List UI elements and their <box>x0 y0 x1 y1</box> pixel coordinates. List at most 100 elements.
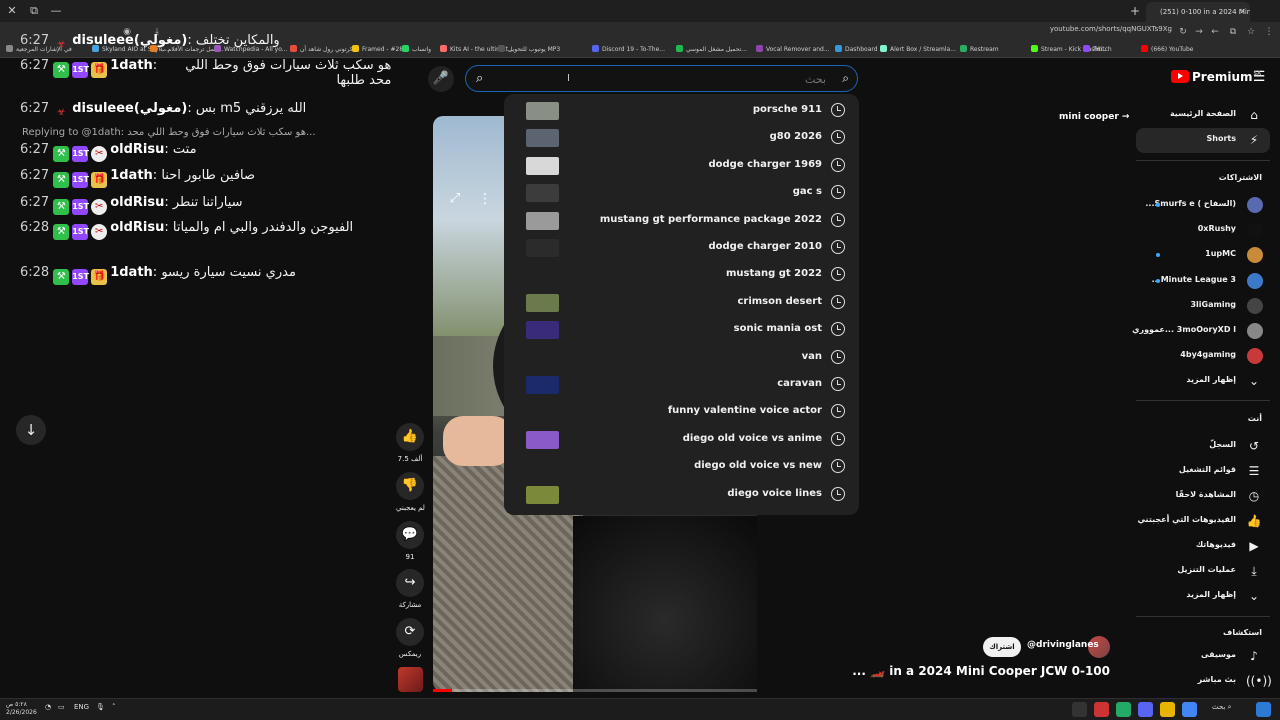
close-window-icon[interactable]: ✕ <box>4 3 20 19</box>
search-suggestion[interactable]: caravan <box>504 372 859 399</box>
sidebar-item-subscription[interactable]: 3liGaming <box>1136 294 1270 319</box>
video-title[interactable]: 0-100 in a 2024 Mini Cooper JCW 🏎️ ... <box>852 664 1110 678</box>
search-suggestion[interactable]: diego voice lines <box>504 482 859 509</box>
share-button[interactable]: ↪ مشاركة <box>396 569 424 609</box>
youtube-logo[interactable]: PremiumSA <box>1171 70 1261 88</box>
scroll-down-button[interactable]: ↓ <box>16 415 46 445</box>
comments-button[interactable]: 💬 91 <box>396 521 424 561</box>
sound-thumbnail[interactable] <box>398 667 423 692</box>
history-icon[interactable] <box>831 431 845 446</box>
remix-button[interactable]: ⟳ ريمكس <box>396 618 424 658</box>
wifi-icon[interactable]: ◔ <box>45 703 51 711</box>
search-suggestion[interactable]: sonic mania ost <box>504 317 859 344</box>
sidebar-item-subscription[interactable]: 1upMC <box>1136 243 1270 268</box>
channel-name[interactable]: @drivinglanes <box>1027 640 1099 650</box>
comments-icon[interactable]: 💬 <box>396 521 424 549</box>
search-suggestion[interactable]: porsche 911 <box>504 98 859 125</box>
history-icon[interactable] <box>831 377 845 391</box>
chat-username[interactable]: disuleee(مغولي) <box>72 33 187 48</box>
search-suggestion[interactable]: diego old voice vs anime <box>504 427 859 454</box>
bookmark-item[interactable]: Discord 19 - To-The... <box>592 44 665 56</box>
search-suggestion[interactable]: g80 2026 <box>504 125 859 152</box>
search-suggestion[interactable]: van <box>504 345 859 372</box>
sidebar-item-shorts[interactable]: Shorts ⚡ <box>1136 128 1270 153</box>
search-suggestion[interactable]: gac s <box>504 180 859 207</box>
minimize-window-icon[interactable]: — <box>48 3 64 19</box>
sidebar-item-subscription[interactable]: (السفاح ) Smurfs e... <box>1136 193 1270 218</box>
chat-username[interactable]: oldRisu <box>110 142 164 157</box>
sidebar-item-watch-later[interactable]: المشاهدة لاحقًا ◷ <box>1136 484 1270 509</box>
search-icon[interactable]: ⌕ <box>842 71 849 86</box>
search-suggestion[interactable]: crimson desert <box>504 290 859 317</box>
history-icon[interactable] <box>831 212 845 227</box>
dislike-icon[interactable]: 👎 <box>396 472 424 500</box>
sidebar-item-playlists[interactable]: قوائم التشغيل ☰ <box>1136 459 1270 484</box>
bookmark-star-icon[interactable]: ☆ <box>1244 25 1258 39</box>
search-suggestion[interactable]: mustang gt performance package 2022 <box>504 208 859 235</box>
bookmark-item[interactable]: (666) YouTube <box>1141 44 1193 56</box>
bookmark-item[interactable]: تحميل مشغل الموسي... <box>676 44 747 56</box>
sidebar-item-downloads[interactable]: عمليات التنزيل ⤓ <box>1136 559 1270 584</box>
show-more-button[interactable]: إظهار المزيد ⌄ <box>1136 369 1270 394</box>
search-input[interactable] <box>506 70 826 88</box>
explore-heading[interactable]: استكشاف <box>1136 624 1270 644</box>
share-icon[interactable]: ↪ <box>396 569 424 597</box>
file-explorer-icon[interactable] <box>1160 702 1175 717</box>
sidebar-item-history[interactable]: السجلّ ↺ <box>1136 434 1270 459</box>
sidebar-item-subscription[interactable]: 4by4gaming <box>1136 344 1270 369</box>
bookmark-item[interactable]: Twitch <box>1083 44 1112 56</box>
related-search-link[interactable]: mini cooper → <box>1059 112 1129 122</box>
subscribe-button[interactable]: اشتراك <box>983 637 1021 657</box>
browser-taskbar-icon[interactable] <box>1182 702 1197 717</box>
bookmark-item[interactable]: Restream <box>960 44 999 56</box>
monitor-icon[interactable]: ▭ <box>58 703 65 711</box>
search-suggestion[interactable]: dodge charger 1969 <box>504 153 859 180</box>
browser-menu-icon[interactable]: ⋮ <box>1262 25 1276 39</box>
chat-username[interactable]: 1dath <box>110 265 153 280</box>
chat-username[interactable]: disuleee(مغولي) <box>72 101 187 116</box>
sidebar-item-music[interactable]: موسيقى ♪ <box>1136 644 1270 669</box>
windows-start-icon[interactable] <box>1256 702 1271 717</box>
voice-search-button[interactable]: 🎤 <box>428 66 454 92</box>
forward-icon[interactable]: → <box>1192 25 1206 39</box>
refresh-icon[interactable]: ↻ <box>1176 25 1190 39</box>
search-suggestion[interactable]: funny valentine voice actor <box>504 399 859 426</box>
sidebar-item-subscription[interactable]: 3 Minute League... <box>1136 269 1270 294</box>
search-suggestion[interactable]: dodge charger 2010 <box>504 235 859 262</box>
subscriptions-heading[interactable]: الاشتراكات <box>1136 169 1270 189</box>
discord-taskbar-icon[interactable] <box>1138 702 1153 717</box>
like-button[interactable]: 👍 7.5 ألف <box>396 423 424 463</box>
sidebar-item-home[interactable]: الصفحة الرئيسية ⌂ <box>1136 103 1270 128</box>
bookmark-item[interactable]: يوتيوب للتحويل MP3 <box>498 44 560 56</box>
history-icon[interactable] <box>831 486 845 501</box>
tab-active[interactable]: (251) 0-100 in a 2024 Mini Cooper... ✕ <box>1146 2 1250 22</box>
new-tab-button[interactable]: + <box>1128 3 1142 19</box>
chat-username[interactable]: 1dath <box>110 58 153 73</box>
bookmark-item[interactable]: Framed - #285 <box>352 44 407 56</box>
history-icon[interactable] <box>831 157 845 172</box>
you-heading[interactable]: أنت <box>1136 410 1270 430</box>
taskbar-clock[interactable]: ٥:٢٨ ص 2/26/2026 <box>6 701 37 717</box>
bookmark-item[interactable]: واتساب <box>402 44 431 56</box>
taskbar-search[interactable]: بحث ⌕ <box>1212 703 1232 712</box>
search-box[interactable]: ⌕ ⌕ <box>465 65 858 92</box>
back-icon[interactable]: ← <box>1208 25 1222 39</box>
like-icon[interactable]: 👍 <box>396 423 424 451</box>
bookmark-item[interactable]: Alert Box / Streamla... <box>880 44 956 56</box>
close-tab-icon[interactable]: ✕ <box>1239 2 1246 22</box>
history-icon[interactable] <box>831 267 845 282</box>
chat-username[interactable]: oldRisu <box>110 195 164 210</box>
sidebar-item-your-videos[interactable]: فيديوهاتك ▶ <box>1136 534 1270 559</box>
sidebar-item-liked-videos[interactable]: الفيديوهات التي أعجبتني 👍 <box>1136 509 1270 534</box>
sidebar-item-subscription[interactable]: 3moOoryXD l ...عمووري <box>1132 319 1270 344</box>
history-icon[interactable] <box>831 103 845 117</box>
chat-username[interactable]: 1dath <box>110 168 153 183</box>
sidebar-item-subscription[interactable]: 0xRushy <box>1136 218 1270 243</box>
taskbar-app-icon[interactable] <box>1072 702 1087 717</box>
history-icon[interactable] <box>831 322 845 337</box>
tray-chevron-icon[interactable]: ˄ <box>112 703 116 711</box>
history-icon[interactable] <box>831 240 845 254</box>
show-more-button[interactable]: إظهار المزيد ⌄ <box>1136 584 1270 609</box>
taskbar-app-icon[interactable] <box>1116 702 1131 717</box>
history-icon[interactable] <box>831 130 845 145</box>
